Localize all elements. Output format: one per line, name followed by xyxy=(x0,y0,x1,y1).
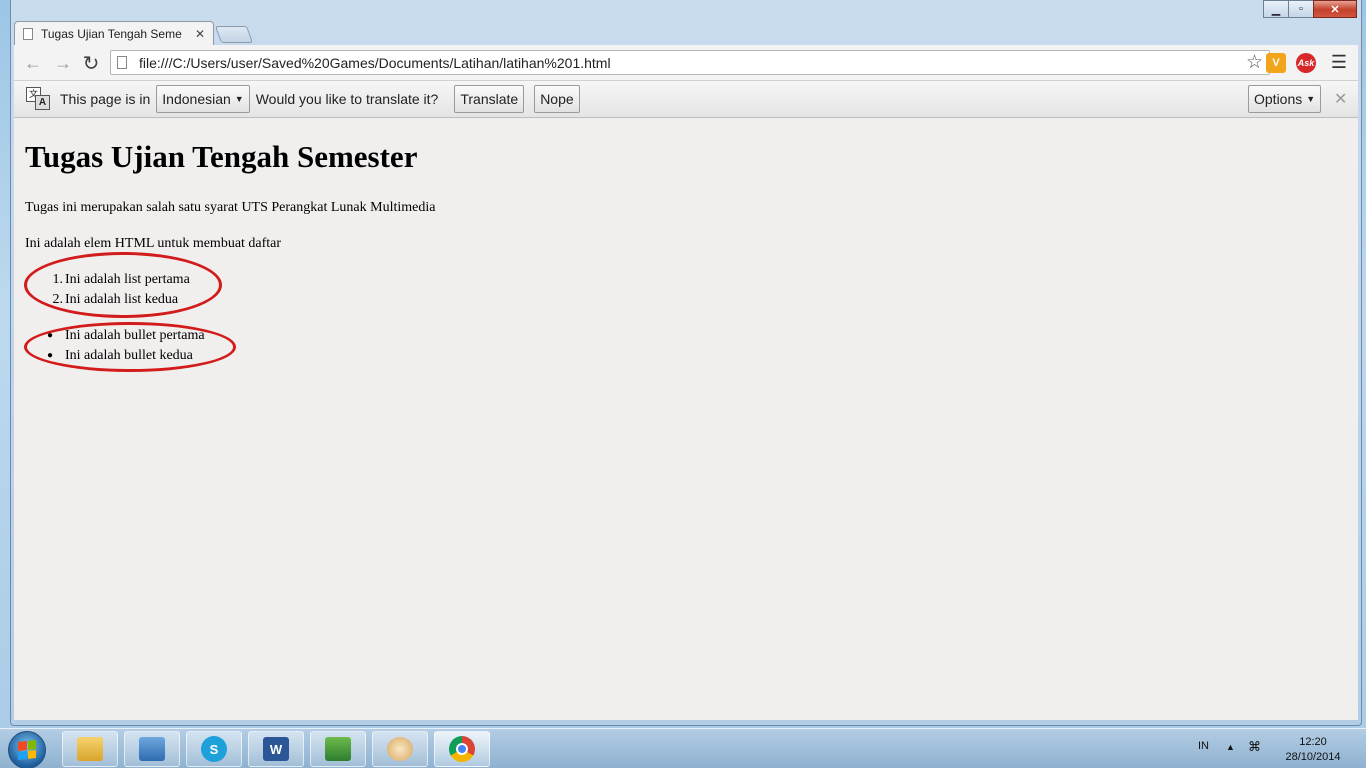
close-window-button[interactable]: ✕ xyxy=(1313,0,1357,18)
clock-time: 12:20 xyxy=(1299,736,1327,748)
options-label: Options xyxy=(1254,91,1303,107)
translate-infobar: 文 A This page is in Indonesian ▼ Would y… xyxy=(14,81,1358,118)
spreadsheet-icon xyxy=(325,737,351,761)
maximize-button[interactable]: ▫ xyxy=(1288,0,1314,18)
infobar-close-icon[interactable]: ✕ xyxy=(1334,89,1347,109)
reload-button[interactable]: ↻ xyxy=(80,52,102,75)
extension-ask-icon[interactable]: Ask xyxy=(1296,53,1316,73)
tab-title: Tugas Ujian Tengah Seme xyxy=(41,26,182,41)
new-tab-button[interactable] xyxy=(214,26,254,43)
network-icon[interactable]: ⌘ xyxy=(1248,739,1261,755)
paragraph-2: Ini adalah elem HTML untuk membuat dafta… xyxy=(25,236,282,251)
translate-button[interactable]: Translate xyxy=(454,85,525,113)
tray-show-hidden-icon[interactable]: ▲ xyxy=(1226,742,1235,752)
translate-icon-b: A xyxy=(35,95,50,110)
translate-question: Would you like to translate it? xyxy=(255,91,439,107)
title-bar: ▁ ▫ ✕ xyxy=(11,0,1361,22)
chrome-menu-icon[interactable]: ☰ xyxy=(1328,52,1350,73)
language-select[interactable]: Indonesian ▼ xyxy=(156,85,250,113)
translate-icon: 文 A xyxy=(26,87,52,111)
taskbar: S W IN ▲ ⌘ 12:20 28/10/2014 xyxy=(0,728,1366,768)
start-button[interactable] xyxy=(8,731,46,768)
forward-button[interactable]: → xyxy=(52,52,74,74)
tab-close-icon[interactable]: ✕ xyxy=(195,27,205,41)
extension-v-icon[interactable]: V xyxy=(1266,53,1286,73)
paragraph-1: Tugas ini merupakan salah satu syarat UT… xyxy=(25,200,436,215)
page-icon xyxy=(117,56,127,69)
page-heading: Tugas Ujian Tengah Semester xyxy=(25,139,418,174)
tray-language[interactable]: IN xyxy=(1198,740,1209,752)
clock-date: 28/10/2014 xyxy=(1285,751,1341,763)
nope-button[interactable]: Nope xyxy=(534,85,580,113)
taskbar-chrome[interactable] xyxy=(434,731,490,767)
chevron-down-icon: ▼ xyxy=(1306,94,1316,104)
system-clock[interactable]: 12:20 28/10/2014 xyxy=(1280,735,1346,765)
window-controls: ▁ ▫ ✕ xyxy=(1263,0,1357,18)
url-text[interactable]: file:///C:/Users/user/Saved%20Games/Docu… xyxy=(139,55,1246,71)
red-ellipse-annotation xyxy=(24,252,222,318)
page-content: Tugas Ujian Tengah Semester Tugas ini me… xyxy=(14,118,1358,720)
address-bar[interactable]: file:///C:/Users/user/Saved%20Games/Docu… xyxy=(110,50,1270,75)
folder-icon xyxy=(77,737,103,761)
taskbar-project[interactable] xyxy=(310,731,366,767)
bookmark-star-icon[interactable]: ☆ xyxy=(1246,51,1263,74)
language-value: Indonesian xyxy=(162,91,231,107)
explorer-icon xyxy=(139,737,165,761)
chevron-down-icon: ▼ xyxy=(234,94,244,104)
taskbar-explorer[interactable] xyxy=(62,731,118,767)
windows-logo-icon xyxy=(18,740,36,760)
red-ellipse-annotation xyxy=(24,322,236,372)
word-icon: W xyxy=(263,737,289,761)
minimize-button[interactable]: ▁ xyxy=(1263,0,1289,18)
page-icon xyxy=(23,27,33,40)
translate-prefix: This page is in xyxy=(60,91,151,107)
taskbar-word[interactable]: W xyxy=(248,731,304,767)
skype-icon: S xyxy=(201,736,227,762)
paint-palette-icon xyxy=(387,737,413,761)
tab-active[interactable]: Tugas Ujian Tengah Seme ✕ xyxy=(14,21,214,45)
back-button[interactable]: ← xyxy=(22,52,44,74)
chrome-icon xyxy=(449,736,475,762)
options-button[interactable]: Options ▼ xyxy=(1248,85,1322,113)
taskbar-files[interactable] xyxy=(124,731,180,767)
taskbar-paint[interactable] xyxy=(372,731,428,767)
taskbar-skype[interactable]: S xyxy=(186,731,242,767)
toolbar: ← → ↻ file:///C:/Users/user/Saved%20Game… xyxy=(14,45,1358,81)
